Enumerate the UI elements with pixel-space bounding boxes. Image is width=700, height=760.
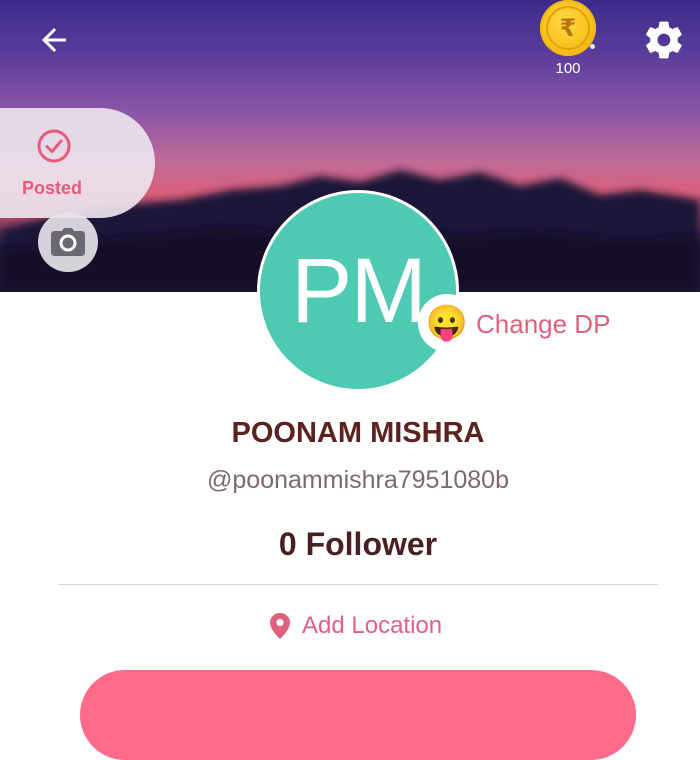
avatar-initials: PM (291, 239, 427, 342)
coin-button[interactable]: ₹ (540, 0, 596, 56)
tongue-emoji-icon[interactable]: 😛 (418, 294, 476, 352)
profile-handle: @poonammishra7951080b (207, 466, 509, 494)
divider (58, 584, 658, 585)
add-location-label: Add Location (302, 612, 443, 639)
coin-count: 100 (555, 60, 581, 77)
primary-action-button[interactable] (80, 670, 636, 760)
follower-count[interactable]: 0 Follower (0, 526, 700, 563)
coin-symbol: ₹ (559, 14, 577, 42)
change-cover-button[interactable] (38, 212, 98, 272)
arrow-left-icon (42, 28, 66, 52)
coin-sparkle (590, 44, 595, 49)
posted-tab[interactable] (0, 108, 155, 218)
add-location-button[interactable]: Add Location (270, 612, 442, 640)
posted-label: Posted (22, 178, 83, 198)
back-button[interactable] (30, 18, 78, 62)
change-dp-link[interactable]: Change DP (476, 309, 610, 340)
emoji-glyph: 😛 (425, 304, 469, 342)
map-pin-icon (270, 613, 290, 639)
check-circle-icon (36, 128, 72, 164)
gear-icon (646, 21, 682, 59)
rupee-coin-icon: ₹ (546, 6, 590, 50)
settings-button[interactable] (640, 16, 688, 64)
camera-icon (51, 228, 85, 256)
avatar[interactable]: PM (260, 193, 456, 389)
profile-name: POONAM MISHRA (231, 417, 485, 449)
